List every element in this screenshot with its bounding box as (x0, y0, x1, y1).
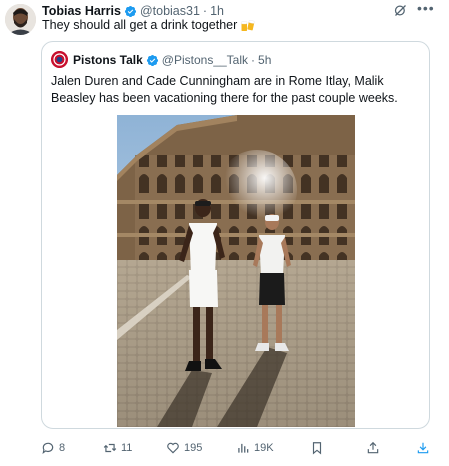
retweet-count: 11 (121, 442, 133, 454)
bookmark-icon (312, 442, 322, 455)
verified-icon (146, 54, 158, 66)
author-handle[interactable]: @tobias31 (140, 4, 200, 18)
share-button[interactable] (366, 438, 380, 458)
tweet-header: Tobias Harris @tobias31 · 1h (42, 3, 224, 19)
reply-button[interactable]: 8 (41, 438, 65, 458)
reply-icon (42, 442, 54, 455)
quoted-photo[interactable] (117, 115, 355, 427)
views-icon (238, 443, 249, 453)
views-button[interactable]: 19K (236, 438, 274, 458)
tweet: Tobias Harris @tobias31 · 1h ••• They sh… (0, 0, 449, 466)
author-avatar[interactable] (5, 4, 36, 35)
quoted-name[interactable]: Pistons Talk (73, 53, 143, 67)
retweet-button[interactable]: 11 (103, 438, 132, 458)
quoted-header: Pistons Talk @Pistons__Talk · 5h (73, 53, 271, 67)
views-count: 19K (254, 442, 274, 454)
retweet-icon (103, 443, 117, 453)
header-separator: · (202, 4, 208, 18)
verified-icon (124, 5, 137, 17)
action-bar: 8 11 195 19K (0, 438, 449, 458)
download-icon (417, 442, 429, 454)
quoted-avatar[interactable] (51, 51, 68, 68)
bookmark-button[interactable] (310, 438, 324, 458)
share-icon (367, 441, 379, 454)
download-button[interactable] (416, 438, 430, 458)
like-button[interactable]: 195 (166, 438, 202, 458)
more-icon[interactable]: ••• (417, 1, 435, 19)
author-name[interactable]: Tobias Harris (42, 4, 121, 18)
quoted-separator: · (251, 53, 256, 67)
quoted-text: Jalen Duren and Cade Cunningham are in R… (51, 74, 398, 105)
like-count: 195 (184, 442, 203, 454)
quoted-tweet[interactable]: Pistons Talk @Pistons__Talk · 5h Jalen D… (41, 41, 430, 429)
grok-icon[interactable] (393, 3, 408, 18)
tweet-time[interactable]: 1h (210, 4, 224, 18)
tweet-body: They should all get a drink together (42, 18, 238, 32)
tweet-text: They should all get a drink together (42, 18, 255, 32)
quoted-handle[interactable]: @Pistons__Talk (162, 53, 248, 67)
quoted-time[interactable]: 5h (258, 53, 271, 67)
beer-icon (241, 19, 255, 31)
like-icon (167, 442, 179, 454)
reply-count: 8 (59, 442, 66, 454)
